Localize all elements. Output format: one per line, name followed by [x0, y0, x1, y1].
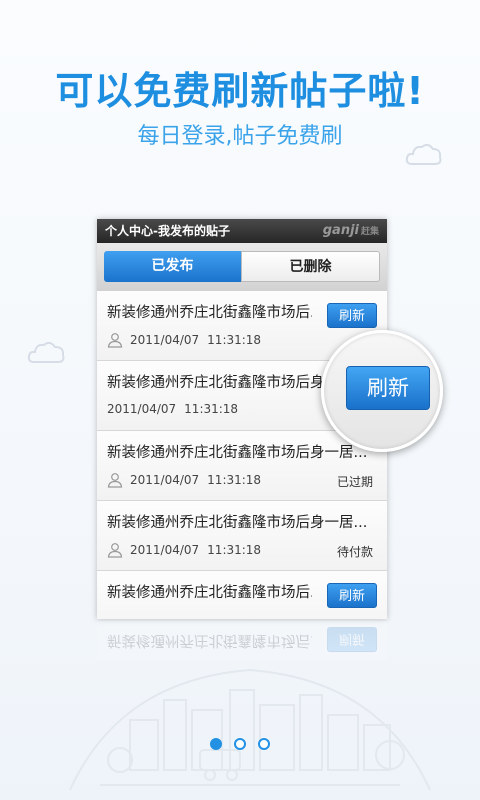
tab-published[interactable]: 已发布: [104, 251, 241, 282]
page-dot[interactable]: [210, 738, 222, 750]
user-icon: [107, 473, 123, 488]
magnifier-bubble: 刷新: [321, 330, 443, 452]
list-item[interactable]: 新装修通州乔庄北街鑫隆市场后身一居... 2011/04/07 11:31:18…: [97, 431, 387, 501]
screen-title: 个人中心-我发布的贴子: [105, 224, 230, 238]
tab-bar: 已发布 已删除: [97, 243, 387, 291]
post-title: 新装修通州乔庄北街鑫隆市场后...: [107, 305, 312, 321]
cloud-icon: [27, 341, 65, 363]
refresh-button[interactable]: 刷新: [327, 583, 377, 608]
tab-deleted[interactable]: 已删除: [241, 251, 380, 282]
magnified-refresh-button[interactable]: 刷新: [346, 366, 430, 410]
post-date: 2011/04/07: [130, 333, 200, 347]
post-title: 新装修通州乔庄北街鑫隆市场后身一居...: [107, 515, 367, 531]
post-title: 新装修通州乔庄北街鑫隆市场后...: [107, 585, 312, 601]
promo-headline: 可以免费刷新帖子啦!: [55, 69, 425, 113]
status-badge: 已过期: [336, 475, 373, 489]
ganji-logo: ganji 赶集: [322, 223, 379, 238]
status-badge: 待付款: [336, 545, 373, 559]
post-time: 11:31:18: [207, 543, 262, 557]
post-date: 2011/04/07: [107, 402, 177, 416]
post-date: 2011/04/07: [130, 543, 200, 557]
cloud-icon: [405, 143, 442, 165]
city-illustration: [69, 668, 431, 791]
refresh-button[interactable]: 刷新: [327, 303, 377, 328]
post-time: 11:31:18: [184, 402, 239, 416]
screen-titlebar: 个人中心-我发布的贴子 ganji 赶集: [97, 219, 387, 243]
page-indicator: [0, 735, 480, 754]
user-icon: [107, 543, 123, 558]
page-dot[interactable]: [234, 738, 246, 750]
post-time: 11:31:18: [207, 333, 262, 347]
page-dot[interactable]: [258, 738, 270, 750]
list-item[interactable]: 新装修通州乔庄北街鑫隆市场后身一居... 2011/04/07 11:31:18…: [97, 501, 387, 571]
user-icon: [107, 333, 123, 348]
post-title: 新装修通州乔庄北街鑫隆市场后身一居...: [107, 445, 367, 461]
post-time: 11:31:18: [207, 473, 262, 487]
post-date: 2011/04/07: [130, 473, 200, 487]
